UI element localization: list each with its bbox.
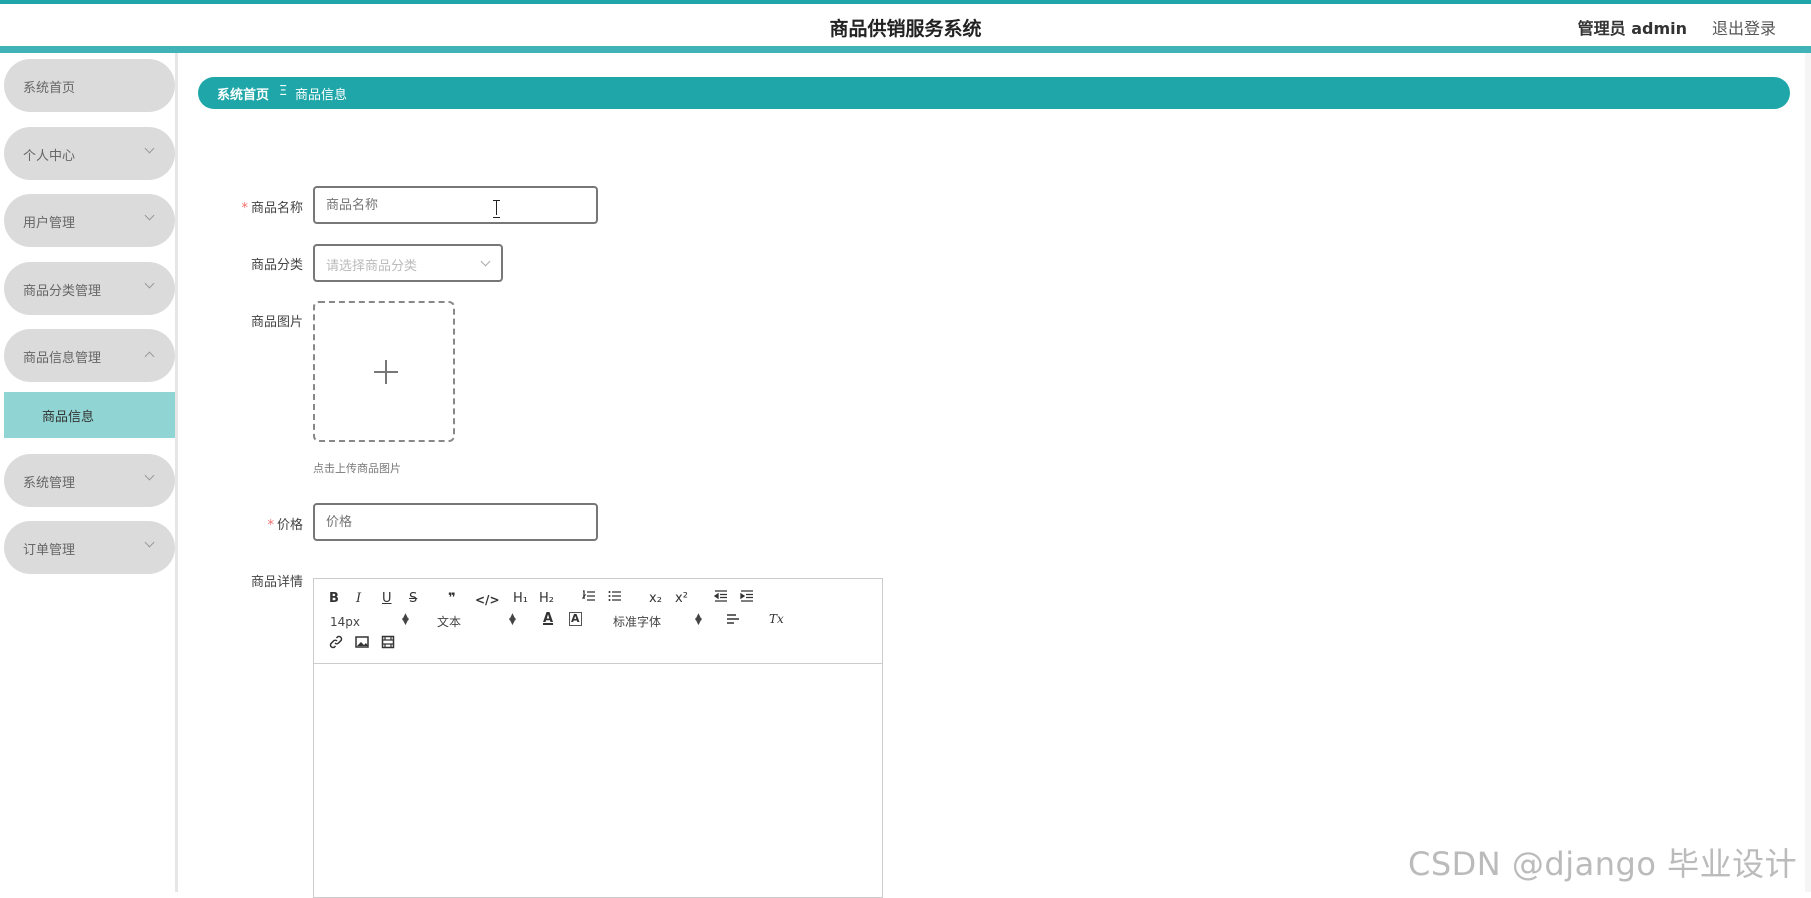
- sidebar-item-category-management[interactable]: 商品分类管理: [4, 262, 175, 315]
- sidebar-item-system-management[interactable]: 系统管理: [4, 454, 175, 507]
- breadcrumb-separator: Ξ: [279, 84, 288, 99]
- chevron-down-icon: [480, 256, 491, 267]
- italic-button[interactable]: I: [356, 591, 361, 607]
- chevron-down-icon: [144, 143, 155, 154]
- sidebar-item-label: 个人中心: [23, 149, 76, 164]
- editor-content-area[interactable]: [314, 665, 882, 897]
- sidebar-item-label: 系统管理: [23, 476, 76, 491]
- indent-icon[interactable]: [740, 589, 754, 608]
- required-mark: *: [241, 201, 248, 216]
- bullet-list-icon[interactable]: [608, 589, 622, 608]
- breadcrumb-current: 商品信息: [295, 88, 348, 103]
- logout-link[interactable]: 退出登录: [1712, 15, 1776, 39]
- ordered-list-icon[interactable]: [581, 589, 596, 608]
- price-label-row: * 价格: [193, 514, 303, 533]
- sidebar-subitem-label: 商品信息: [42, 410, 95, 425]
- name-label: 商品名称: [250, 201, 303, 216]
- header-divider: [0, 46, 1811, 53]
- chevron-up-icon: [144, 351, 155, 362]
- sidebar-item-personal-center[interactable]: 个人中心: [4, 127, 175, 180]
- sidebar-item-label: 商品信息管理: [23, 351, 102, 366]
- sidebar: 系统首页 个人中心 用户管理 商品分类管理 商品信息管理 商品信息 系统管理 订…: [0, 53, 178, 892]
- h1-button[interactable]: H₁: [513, 591, 528, 607]
- rich-text-editor: B I U S ❞ </> H₁ H₂ x₂ x² 14px ▲ ▼ 文本 ▲ ▼ …: [313, 578, 883, 898]
- sidebar-item-label: 订单管理: [23, 543, 76, 558]
- updown-icon: ▲ ▼: [695, 612, 702, 627]
- video-icon[interactable]: [381, 635, 395, 654]
- sidebar-item-label: 用户管理: [23, 216, 76, 231]
- sidebar-item-home[interactable]: 系统首页: [4, 59, 175, 112]
- name-label-row: * 商品名称: [193, 197, 303, 216]
- h2-button[interactable]: H₂: [539, 591, 554, 607]
- blockquote-button[interactable]: ❞: [448, 591, 456, 607]
- updown-icon: ▲ ▼: [509, 612, 516, 627]
- sidebar-item-label: 商品分类管理: [23, 284, 102, 299]
- image-uploader[interactable]: [313, 301, 455, 442]
- link-icon[interactable]: [329, 635, 343, 654]
- category-label: 商品分类: [250, 258, 303, 273]
- underline-button[interactable]: U: [382, 591, 392, 607]
- font-color-icon[interactable]: A: [543, 611, 553, 627]
- watermark: CSDN @django 毕业设计: [1408, 845, 1798, 883]
- font-family-select[interactable]: 标准字体: [613, 614, 661, 630]
- plus-icon-vertical: [385, 360, 387, 384]
- sidebar-item-product-management[interactable]: 商品信息管理: [4, 329, 175, 382]
- breadcrumb-home[interactable]: 系统首页: [217, 84, 269, 103]
- subscript-button[interactable]: x₂: [649, 591, 662, 607]
- bold-button[interactable]: B: [329, 591, 339, 607]
- text-cursor-icon: [493, 200, 501, 218]
- sidebar-item-order-management[interactable]: 订单管理: [4, 521, 175, 574]
- chevron-down-icon: [144, 210, 155, 221]
- price-label: 价格: [276, 518, 303, 533]
- outdent-icon[interactable]: [713, 589, 728, 608]
- strike-button[interactable]: S: [409, 591, 417, 607]
- breadcrumb: 系统首页 Ξ 商品信息: [198, 77, 1790, 109]
- chevron-down-icon: [144, 278, 155, 289]
- clear-format-button[interactable]: Tx: [769, 611, 784, 627]
- category-placeholder: 请选择商品分类: [326, 259, 418, 274]
- product-name-input[interactable]: [313, 186, 598, 224]
- sidebar-item-label: 系统首页: [23, 81, 76, 96]
- price-input[interactable]: [313, 503, 598, 541]
- sidebar-subitem-product-info[interactable]: 商品信息: [4, 392, 175, 438]
- chevron-down-icon: [144, 537, 155, 548]
- updown-icon: ▲ ▼: [402, 612, 409, 627]
- superscript-button[interactable]: x²: [675, 591, 688, 607]
- code-button[interactable]: </>: [475, 592, 500, 608]
- align-left-icon[interactable]: [726, 612, 740, 631]
- app-title: 商品供销服务系统: [829, 18, 982, 40]
- page-scrollbar[interactable]: [1805, 53, 1811, 892]
- detail-label: 商品详情: [250, 575, 303, 590]
- image-label: 商品图片: [250, 315, 303, 330]
- category-select[interactable]: 请选择商品分类: [313, 244, 503, 282]
- sidebar-item-user-management[interactable]: 用户管理: [4, 194, 175, 247]
- required-mark: *: [267, 518, 274, 533]
- background-color-icon[interactable]: A: [569, 612, 582, 626]
- chevron-down-icon: [144, 470, 155, 481]
- current-user: 管理员 admin: [1577, 19, 1687, 38]
- text-style-select[interactable]: 文本: [437, 614, 461, 630]
- editor-toolbar: B I U S ❞ </> H₁ H₂ x₂ x² 14px ▲ ▼ 文本 ▲ ▼ …: [314, 579, 882, 664]
- header: 商品供销服务系统 管理员 admin 退出登录: [0, 4, 1811, 46]
- upload-tip: 点击上传商品图片: [313, 462, 401, 475]
- font-size-select[interactable]: 14px: [330, 614, 360, 630]
- image-icon[interactable]: [355, 635, 369, 654]
